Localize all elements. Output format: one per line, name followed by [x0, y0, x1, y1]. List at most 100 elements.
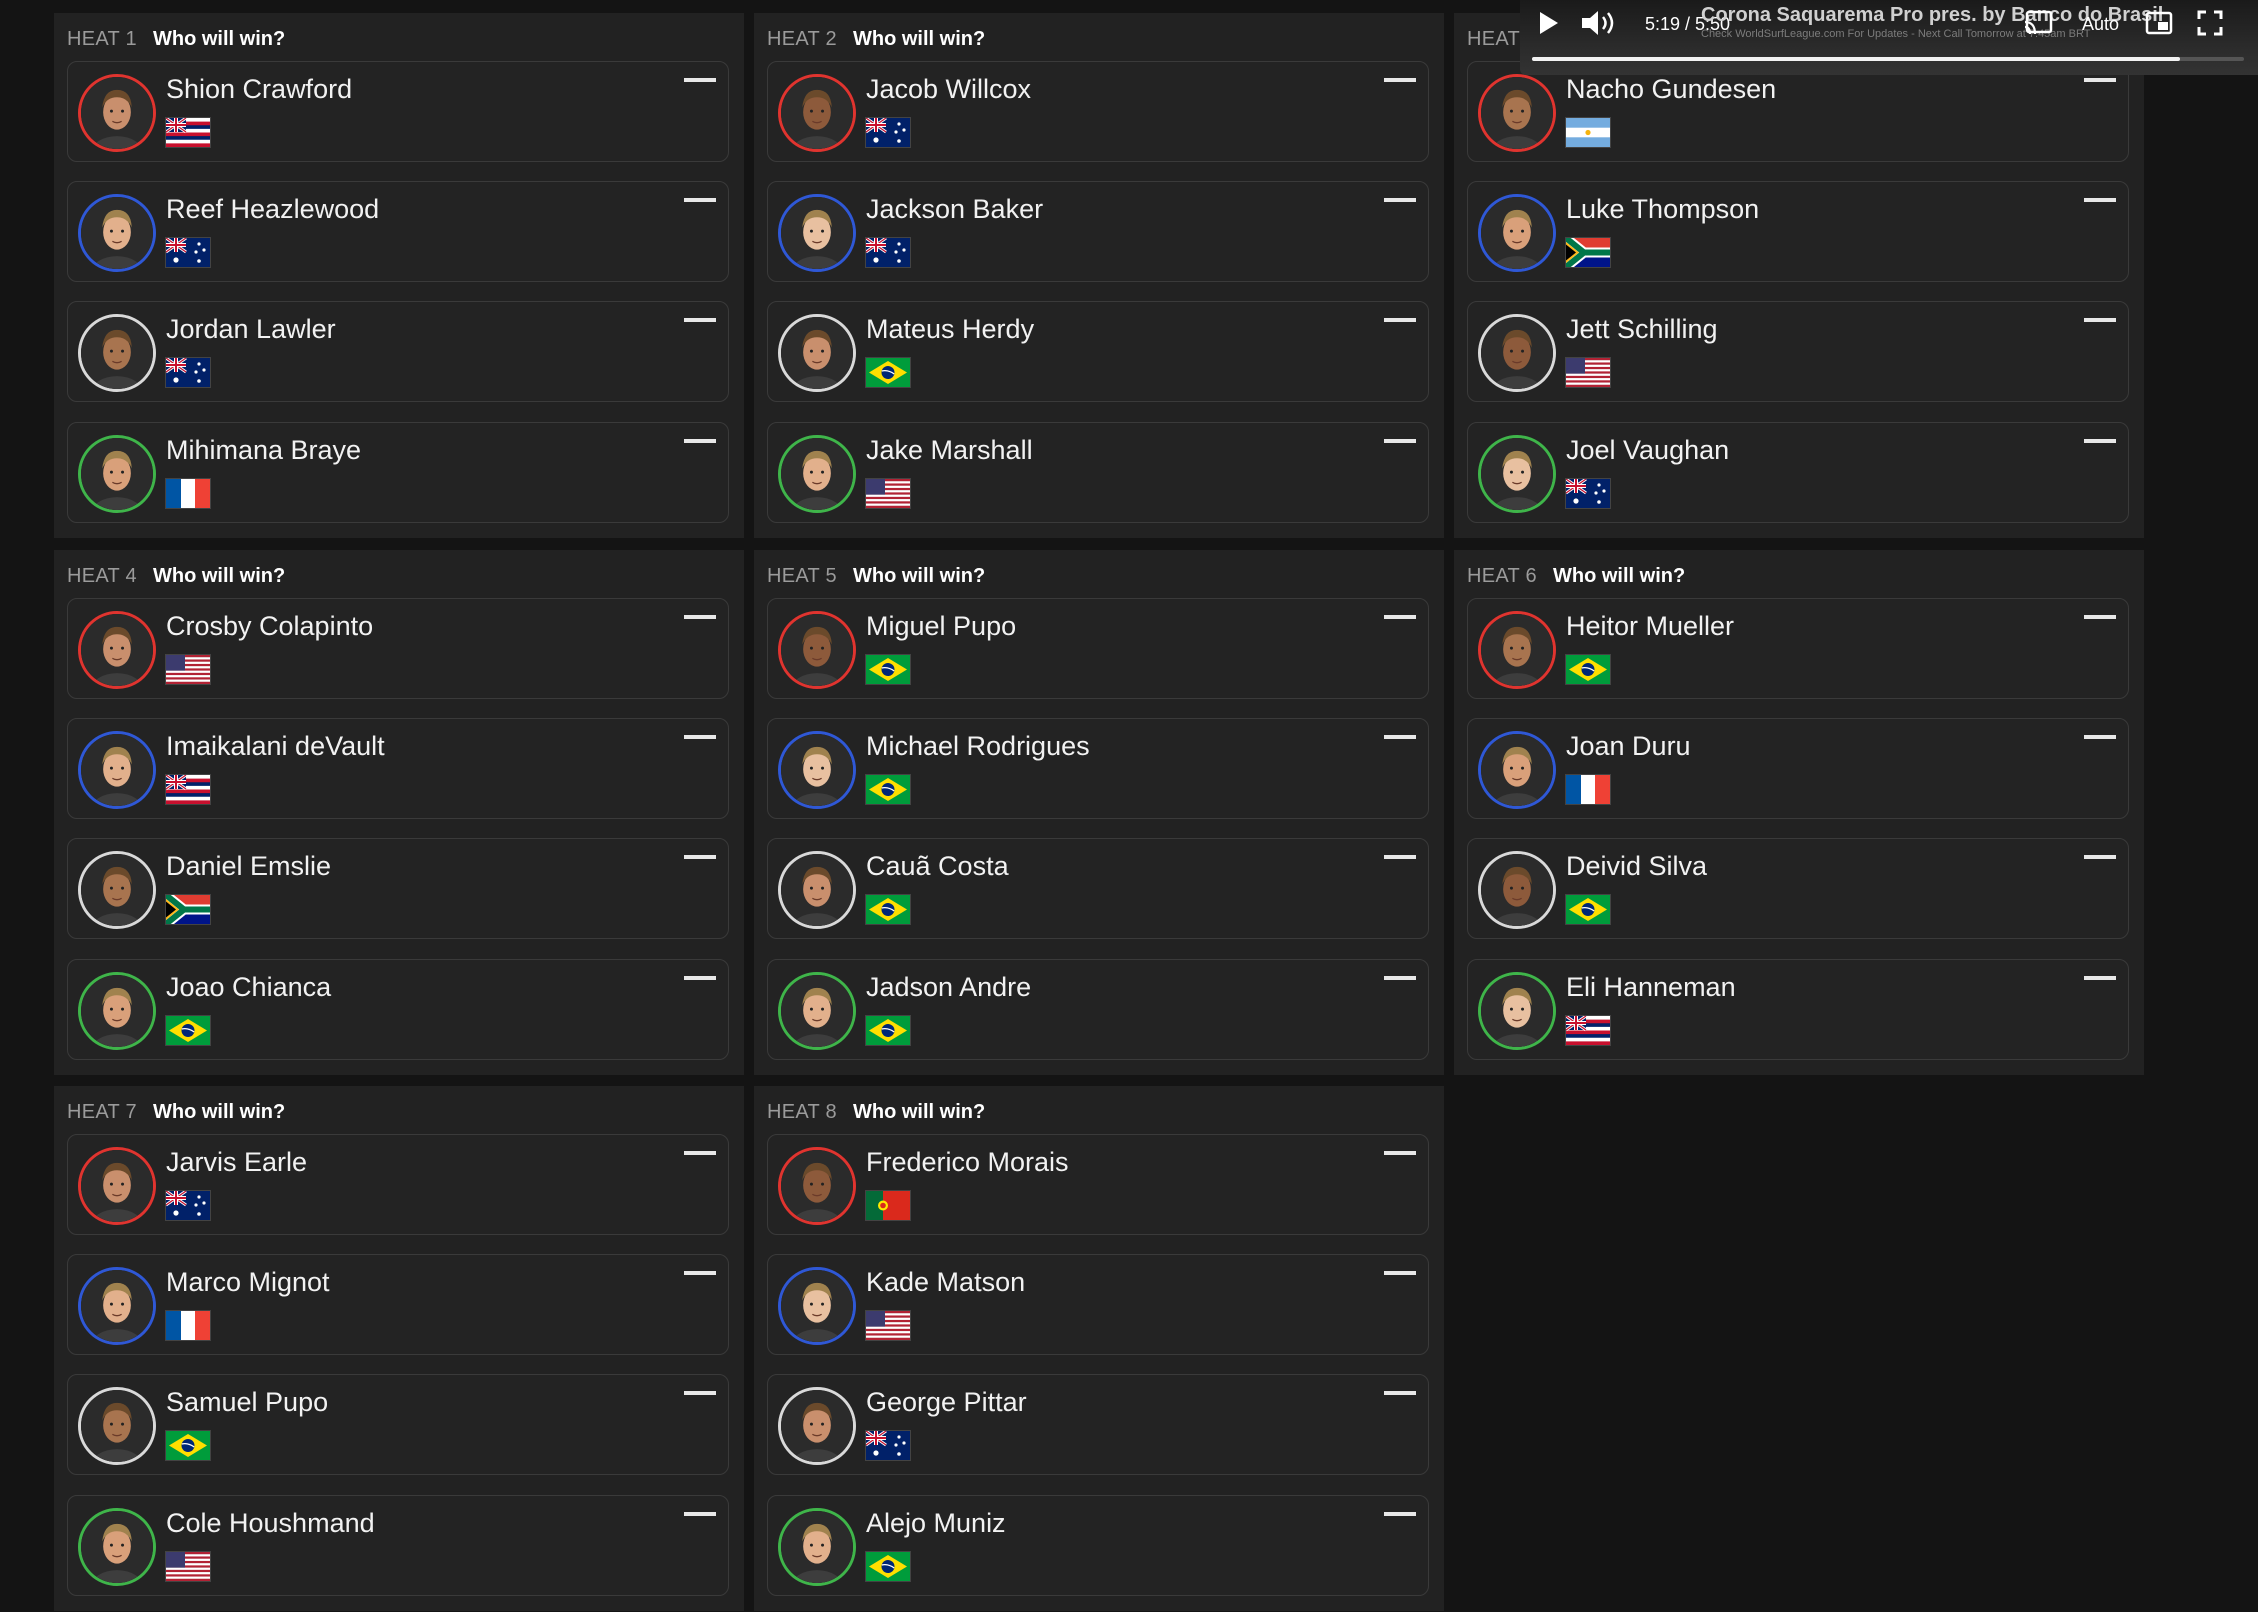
- heat-label: HEAT 2: [767, 27, 837, 50]
- surfer-card[interactable]: Jadson Andre: [767, 959, 1429, 1060]
- argentina-flag-icon: [1566, 118, 1610, 147]
- who-will-win-link[interactable]: Who will win?: [153, 1101, 285, 1124]
- surfer-card[interactable]: Miguel Pupo: [767, 598, 1429, 699]
- who-will-win-link[interactable]: Who will win?: [153, 28, 285, 51]
- surfer-card[interactable]: George Pittar: [767, 1374, 1429, 1475]
- heat-panel: HEAT 4 Who will win? Crosby Colapinto Imaik…: [54, 550, 744, 1075]
- surfer-avatar: [78, 1147, 156, 1225]
- surfer-avatar: [778, 972, 856, 1050]
- surfer-name: Jarvis Earle: [166, 1147, 308, 1177]
- who-will-win-link[interactable]: Who will win?: [853, 1101, 985, 1124]
- quality-selector[interactable]: Auto: [2082, 14, 2119, 35]
- score-placeholder: [1384, 1271, 1416, 1275]
- heat-panel: HEAT 2 Who will win? Jacob Willcox Jackson …: [754, 13, 1444, 538]
- score-placeholder: [1384, 976, 1416, 980]
- brazil-flag-icon: [166, 1431, 210, 1460]
- heat-header: HEAT 4 Who will win?: [67, 562, 285, 590]
- brazil-flag-icon: [866, 1016, 910, 1045]
- surfer-avatar: [78, 851, 156, 929]
- surfer-name: Jett Schilling: [1566, 314, 1718, 344]
- surfer-card[interactable]: Daniel Emslie: [67, 838, 729, 939]
- surfer-card[interactable]: Jake Marshall: [767, 422, 1429, 523]
- surfer-card[interactable]: Jordan Lawler: [67, 301, 729, 402]
- score-placeholder: [684, 1151, 716, 1155]
- surfer-card[interactable]: Frederico Morais: [767, 1134, 1429, 1235]
- heat-header: HEAT 8 Who will win?: [767, 1098, 985, 1126]
- surfer-avatar: [1478, 74, 1556, 152]
- australia-flag-icon: [166, 238, 210, 267]
- brazil-flag-icon: [866, 358, 910, 387]
- surfer-avatar: [778, 74, 856, 152]
- surfer-avatar: [1478, 851, 1556, 929]
- surfer-card[interactable]: Samuel Pupo: [67, 1374, 729, 1475]
- score-placeholder: [684, 1512, 716, 1516]
- surfer-avatar: [78, 1387, 156, 1465]
- surfer-card[interactable]: Imaikalani deVault: [67, 718, 729, 819]
- surfer-avatar: [778, 1508, 856, 1586]
- surfer-card[interactable]: Jett Schilling: [1467, 301, 2129, 402]
- surfer-avatar: [1478, 435, 1556, 513]
- surfer-name: Mateus Herdy: [866, 314, 1035, 344]
- surfer-card[interactable]: Cole Houshmand: [67, 1495, 729, 1596]
- surfer-card[interactable]: Crosby Colapinto: [67, 598, 729, 699]
- surfer-card[interactable]: Eli Hanneman: [1467, 959, 2129, 1060]
- surfer-name: Mihimana Braye: [166, 435, 362, 465]
- surfer-card[interactable]: Kade Matson: [767, 1254, 1429, 1355]
- surfer-avatar: [1478, 972, 1556, 1050]
- volume-icon[interactable]: [1578, 8, 1628, 38]
- surfer-name: Daniel Emslie: [166, 851, 332, 881]
- usa-flag-icon: [866, 1311, 910, 1340]
- who-will-win-link[interactable]: Who will win?: [853, 565, 985, 588]
- surfer-avatar: [78, 435, 156, 513]
- score-placeholder: [2084, 198, 2116, 202]
- brazil-flag-icon: [1566, 655, 1610, 684]
- surfer-avatar: [778, 435, 856, 513]
- surfer-card[interactable]: Reef Heazlewood: [67, 181, 729, 282]
- surfer-card[interactable]: Cauã Costa: [767, 838, 1429, 939]
- surfer-name: Joao Chianca: [166, 972, 332, 1002]
- surfer-card[interactable]: Heitor Mueller: [1467, 598, 2129, 699]
- surfer-name: Miguel Pupo: [866, 611, 1017, 641]
- fullscreen-icon[interactable]: [2197, 10, 2223, 36]
- surfer-card[interactable]: Michael Rodrigues: [767, 718, 1429, 819]
- surfer-name: Jadson Andre: [866, 972, 1032, 1002]
- surfer-card[interactable]: Nacho Gundesen: [1467, 61, 2129, 162]
- surfer-card[interactable]: Mateus Herdy: [767, 301, 1429, 402]
- who-will-win-link[interactable]: Who will win?: [1553, 565, 1685, 588]
- surfer-card[interactable]: Joel Vaughan: [1467, 422, 2129, 523]
- heat-panel: HEAT 8 Who will win? Frederico Morais Kade …: [754, 1086, 1444, 1611]
- usa-flag-icon: [166, 655, 210, 684]
- surfer-card[interactable]: Alejo Muniz: [767, 1495, 1429, 1596]
- video-progress-bar[interactable]: [1532, 57, 2244, 61]
- surfer-avatar: [78, 314, 156, 392]
- usa-flag-icon: [866, 479, 910, 508]
- surfer-card[interactable]: Jarvis Earle: [67, 1134, 729, 1235]
- play-icon[interactable]: [1536, 10, 1562, 36]
- surfer-card[interactable]: Jacob Willcox: [767, 61, 1429, 162]
- who-will-win-link[interactable]: Who will win?: [153, 565, 285, 588]
- france-flag-icon: [1566, 775, 1610, 804]
- hawaii-flag-icon: [166, 775, 210, 804]
- heat-header: HEAT 7 Who will win?: [67, 1098, 285, 1126]
- surfer-card[interactable]: Deivid Silva: [1467, 838, 2129, 939]
- surfer-card[interactable]: Shion Crawford: [67, 61, 729, 162]
- score-placeholder: [1384, 1512, 1416, 1516]
- surfer-card[interactable]: Joao Chianca: [67, 959, 729, 1060]
- surfer-card[interactable]: Marco Mignot: [67, 1254, 729, 1355]
- surfer-name: Jordan Lawler: [166, 314, 336, 344]
- surfer-card[interactable]: Luke Thompson: [1467, 181, 2129, 282]
- score-placeholder: [684, 318, 716, 322]
- who-will-win-link[interactable]: Who will win?: [853, 28, 985, 51]
- australia-flag-icon: [166, 358, 210, 387]
- surfer-name: Nacho Gundesen: [1566, 74, 1777, 104]
- surfer-card[interactable]: Mihimana Braye: [67, 422, 729, 523]
- surfer-card[interactable]: Jackson Baker: [767, 181, 1429, 282]
- surfer-name: Kade Matson: [866, 1267, 1026, 1297]
- video-player-bar[interactable]: 5:19 / 5:50 Corona Saquarema Pro pres. b…: [1520, 0, 2258, 75]
- cast-icon[interactable]: [2023, 10, 2053, 36]
- score-placeholder: [1384, 198, 1416, 202]
- heats-grid: HEAT 1 Who will win? Shion Crawford Reef He…: [0, 0, 2258, 1612]
- surfer-card[interactable]: Joan Duru: [1467, 718, 2129, 819]
- picture-in-picture-icon[interactable]: [2145, 10, 2173, 36]
- surfer-avatar: [78, 972, 156, 1050]
